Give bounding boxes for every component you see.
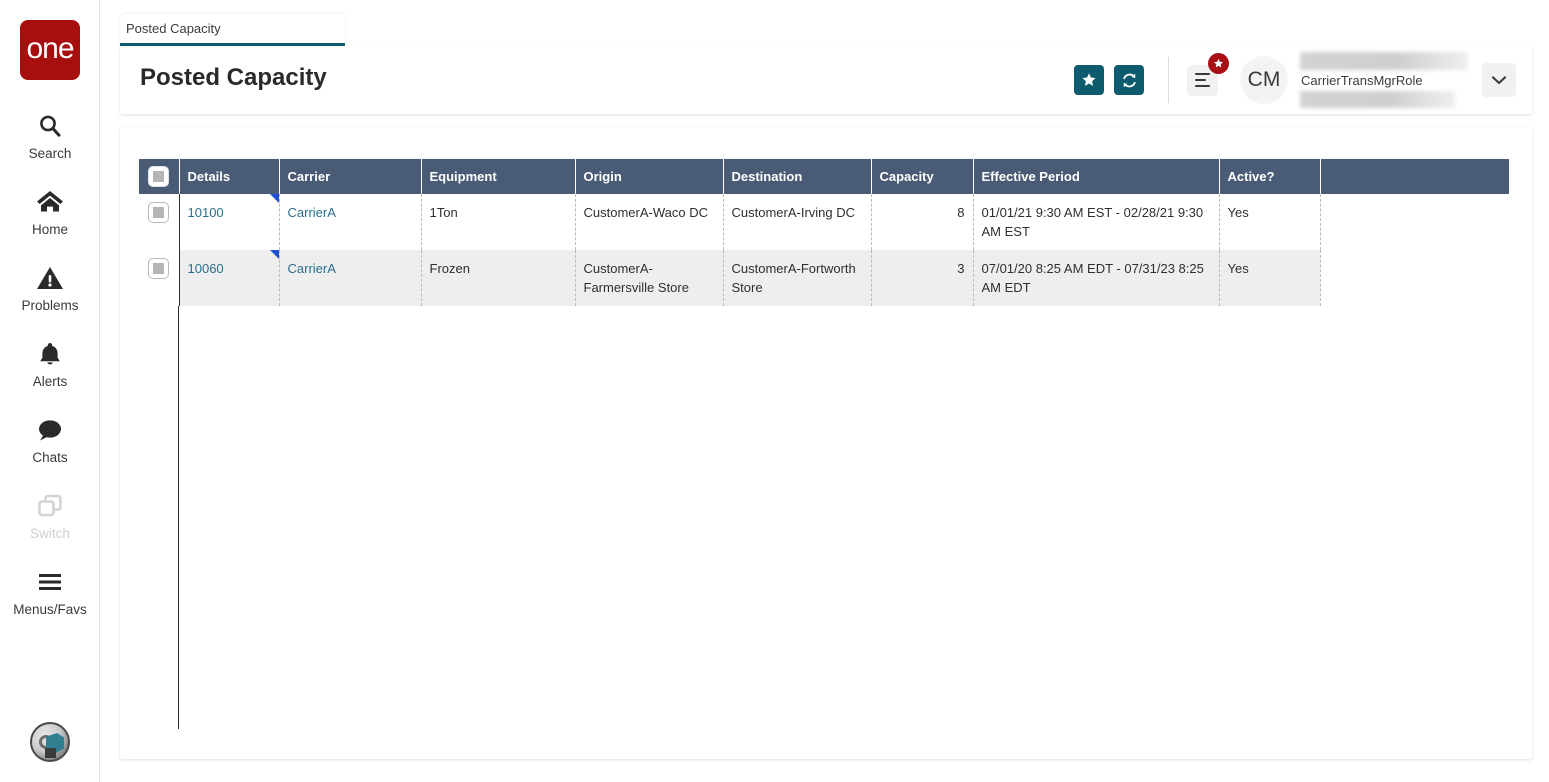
user-avatar-badge[interactable] [30,722,70,762]
column-header-destination[interactable]: Destination [723,159,872,194]
column-header-effective-period[interactable]: Effective Period [973,159,1220,194]
search-icon [37,111,63,141]
user-role: CarrierTransMgrRole [1300,69,1470,91]
rail-item-chats[interactable]: Chats [0,402,100,478]
select-all-header[interactable] [139,159,180,194]
column-header-equipment[interactable]: Equipment [421,159,576,194]
header-actions: CM CarrierTransMgrRole [1074,46,1532,114]
details-link[interactable]: 10100 [188,205,224,220]
rail-item-switch[interactable]: Switch [0,478,100,554]
column-header-origin[interactable]: Origin [575,159,724,194]
table-header: Details Carrier Equipment Origin Destina… [139,159,1509,194]
rail-item-label: Search [28,146,72,161]
cell-effective-period: 07/01/20 8:25 AM EDT - 07/31/23 8:25 AM … [973,250,1220,306]
cell-capacity: 8 [871,194,974,250]
redacted-org [1300,90,1455,108]
rail-item-label: Alerts [32,374,68,389]
switch-windows-icon [36,491,64,521]
hamburger-menu-icon [1195,72,1210,88]
carrier-link[interactable]: CarrierA [288,261,336,276]
tab-label: Posted Capacity [126,21,221,36]
cell-carrier[interactable]: CarrierA [279,194,422,250]
cell-active: Yes [1219,194,1321,250]
column-header-spacer [1320,159,1509,194]
content-card: Details Carrier Equipment Origin Destina… [120,127,1532,759]
user-menu-toggle[interactable] [1482,63,1516,97]
note-corner-icon [269,250,279,259]
posted-capacity-table: Details Carrier Equipment Origin Destina… [139,159,1509,306]
avatar[interactable]: CM [1240,56,1288,104]
star-icon [1081,72,1097,88]
cell-active: Yes [1219,250,1321,306]
column-header-active[interactable]: Active? [1219,159,1321,194]
star-badge-icon [1208,52,1229,74]
cell-effective-period: 01/01/21 9:30 AM EST - 02/28/21 9:30 AM … [973,194,1220,250]
note-corner-icon [269,194,279,203]
cell-details[interactable]: 10100 [179,194,280,250]
cell-origin: CustomerA-Farmersville Store [575,250,724,306]
column-header-carrier[interactable]: Carrier [279,159,422,194]
menus-favs-button[interactable] [1187,52,1229,96]
cell-details[interactable]: 10060 [179,250,280,306]
cell-carrier[interactable]: CarrierA [279,250,422,306]
select-all-checkbox[interactable] [148,166,170,187]
header-divider [1168,57,1169,103]
bell-icon [37,339,63,369]
row-select-cell[interactable] [139,194,180,250]
column-header-capacity[interactable]: Capacity [871,159,974,194]
cell-equipment: 1Ton [421,194,576,250]
home-icon [35,187,65,217]
row-select-cell[interactable] [139,250,180,306]
redacted-username [1300,52,1468,70]
rail-item-label: Switch [30,526,70,541]
cell-origin: CustomerA-Waco DC [575,194,724,250]
page-header-card: Posted Capacity CM CarrierTransMgrRole [120,46,1532,114]
cell-capacity: 3 [871,250,974,306]
rail-item-label: Home [31,222,68,237]
page-title: Posted Capacity [140,64,327,91]
rail-item-problems[interactable]: Problems [0,250,100,326]
cell-spacer [1320,250,1509,306]
rail-item-search[interactable]: Search [0,98,100,174]
logo-text: one [26,32,74,65]
table-row[interactable]: 10060 CarrierA Frozen CustomerA-Farmersv… [139,250,1509,306]
warning-triangle-icon [36,263,64,293]
refresh-icon [1121,72,1138,89]
table-body: 10100 CarrierA 1Ton CustomerA-Waco DC Cu… [139,194,1509,306]
tab-posted-capacity[interactable]: Posted Capacity [120,14,345,46]
refresh-button[interactable] [1114,65,1144,95]
chevron-down-icon [1492,75,1506,85]
rail-item-list: Search Home Problems Alerts Chats Switch… [0,98,100,630]
table-row[interactable]: 10100 CarrierA 1Ton CustomerA-Waco DC Cu… [139,194,1509,250]
avatar-base [45,748,56,758]
cell-destination: CustomerA-Fortworth Store [723,250,872,306]
cell-equipment: Frozen [421,250,576,306]
row-checkbox[interactable] [148,258,170,279]
hamburger-icon [36,567,64,597]
column-header-details[interactable]: Details [179,159,280,194]
chat-bubble-icon [36,415,64,445]
user-role-block: CarrierTransMgrRole [1300,52,1470,108]
cell-destination: CustomerA-Irving DC [723,194,872,250]
table-header-row: Details Carrier Equipment Origin Destina… [139,159,1509,194]
details-link[interactable]: 10060 [188,261,224,276]
cell-spacer [1320,194,1509,250]
avatar-initials: CM [1247,68,1281,91]
rail-item-menus-favs[interactable]: Menus/Favs [0,554,100,630]
rail-item-label: Problems [21,298,79,313]
row-checkbox[interactable] [148,202,170,223]
left-nav-rail: one Search Home Problems Alerts Chats Sw… [0,0,100,782]
rail-item-home[interactable]: Home [0,174,100,250]
carrier-link[interactable]: CarrierA [288,205,336,220]
app-logo[interactable]: one [20,20,80,80]
favorite-button[interactable] [1074,65,1104,95]
app-root: one Search Home Problems Alerts Chats Sw… [0,0,1549,782]
rail-item-label: Chats [32,450,68,465]
rail-item-label: Menus/Favs [13,602,87,617]
rail-item-alerts[interactable]: Alerts [0,326,100,402]
